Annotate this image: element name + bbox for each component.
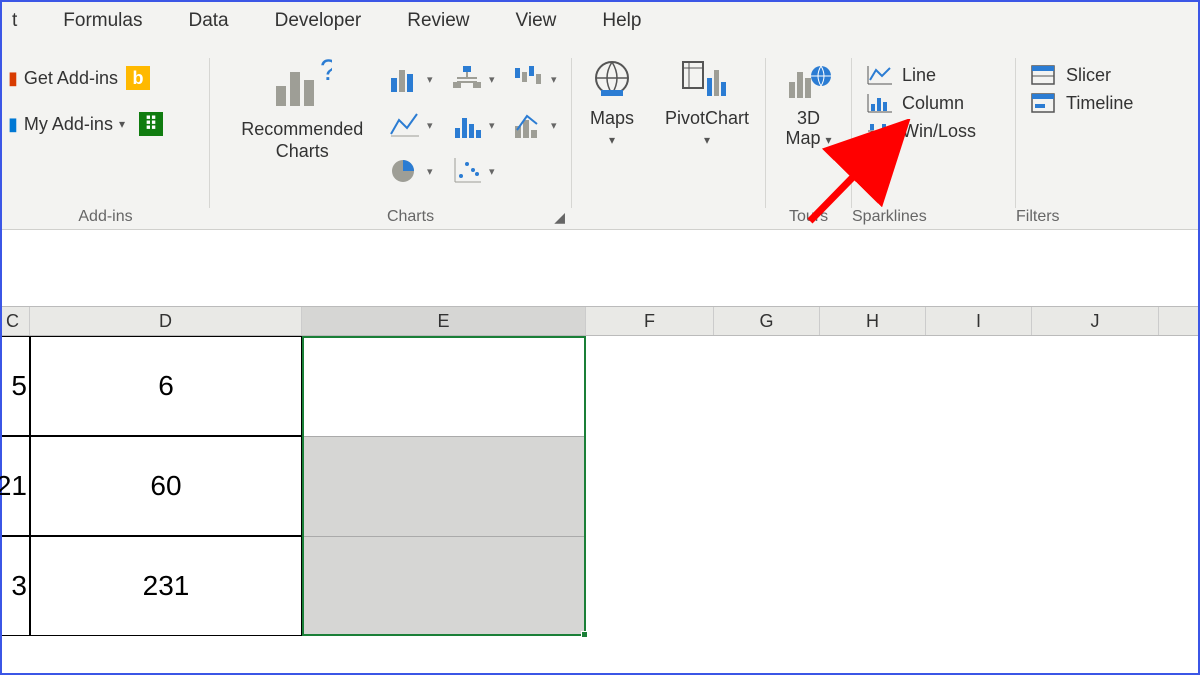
- pie-chart-button[interactable]: ▾: [384, 150, 438, 192]
- my-addins-label: My Add-ins: [24, 114, 113, 135]
- cell-d2[interactable]: 60: [30, 436, 302, 536]
- statistic-chart-button[interactable]: ▾: [446, 104, 500, 146]
- ribbon-tabs: t Formulas Data Developer Review View He…: [2, 2, 1198, 40]
- cell-e3-selected[interactable]: [302, 536, 586, 636]
- chevron-down-icon: ▾: [119, 117, 125, 131]
- tab-view[interactable]: View: [496, 4, 583, 38]
- sparkline-winloss-label: Win/Loss: [902, 121, 976, 142]
- chevron-down-icon: ▾: [489, 73, 495, 86]
- slicer-button[interactable]: Slicer: [1030, 64, 1174, 86]
- sparkline-line-icon: [866, 64, 894, 86]
- pivotchart-button[interactable]: PivotChart ▾: [652, 58, 762, 208]
- tab-developer[interactable]: Developer: [255, 4, 388, 38]
- maps-label: Maps: [590, 108, 634, 128]
- group-label-filters: Filters: [1016, 208, 1188, 226]
- col-header-j[interactable]: J: [1032, 307, 1159, 335]
- addin-icon: ▮: [8, 114, 18, 135]
- pivotchart-label: PivotChart: [665, 108, 749, 128]
- sparkline-column-icon: [866, 92, 894, 114]
- group-label-charts: Charts: [230, 208, 591, 226]
- tab-formulas[interactable]: Formulas: [43, 4, 168, 38]
- spreadsheet-area: C D E F G H I J 5 6 21 60 3 231: [2, 306, 1198, 636]
- pivotchart-icon: [681, 58, 733, 102]
- ribbon: t Formulas Data Developer Review View He…: [2, 2, 1198, 230]
- col-header-h[interactable]: H: [820, 307, 926, 335]
- group-maps-pivotchart: Maps ▾ PivotChart ▾: [572, 58, 766, 208]
- tab-review[interactable]: Review: [387, 4, 495, 38]
- group-charts: ? Recommended Charts ▾ ▾ ▾ ▾ ▾ ▾ ▾ ▾ ◢ C…: [210, 58, 572, 208]
- get-addins-label: Get Add-ins: [24, 68, 118, 89]
- chevron-down-icon: ▾: [551, 73, 557, 86]
- hierarchy-chart-button[interactable]: ▾: [446, 58, 500, 100]
- group-tours: 3D Map ▾ Tours: [766, 58, 852, 208]
- 3d-map-label: 3D Map: [785, 108, 820, 148]
- sparkline-winloss-icon: [866, 120, 894, 142]
- recommended-charts-button[interactable]: ? Recommended Charts: [237, 58, 367, 162]
- column-chart-button[interactable]: ▾: [384, 58, 438, 100]
- chart-type-grid: ▾ ▾ ▾ ▾ ▾ ▾ ▾ ▾: [384, 58, 562, 192]
- cell-grid[interactable]: 5 6 21 60 3 231: [2, 336, 1198, 636]
- chevron-down-icon: ▾: [609, 133, 615, 147]
- chevron-down-icon: ▾: [489, 119, 495, 132]
- chevron-down-icon: ▾: [427, 165, 433, 178]
- line-chart-button[interactable]: ▾: [384, 104, 438, 146]
- timeline-button[interactable]: Timeline: [1030, 92, 1174, 114]
- chevron-down-icon: ▾: [826, 133, 832, 147]
- col-header-c[interactable]: C: [2, 307, 30, 335]
- tab-partial[interactable]: t: [2, 4, 43, 38]
- slicer-label: Slicer: [1066, 65, 1111, 86]
- chevron-down-icon: ▾: [489, 165, 495, 178]
- my-addins-button[interactable]: ▮ My Add-ins ▾ ⠿: [8, 112, 209, 136]
- tab-data[interactable]: Data: [168, 4, 254, 38]
- timeline-icon: [1030, 92, 1058, 114]
- group-addins: ▮ Get Add-ins b ▮ My Add-ins ▾ ⠿ Add-ins: [2, 58, 210, 208]
- sparkline-column-label: Column: [902, 93, 964, 114]
- group-label-tours: Tours: [766, 208, 851, 226]
- scatter-chart-button[interactable]: ▾: [446, 150, 500, 192]
- bing-icon: b: [126, 66, 150, 90]
- chevron-down-icon: ▾: [427, 119, 433, 132]
- combo-chart-button[interactable]: ▾: [508, 104, 562, 146]
- group-filters: Slicer Timeline Filters: [1016, 58, 1188, 208]
- get-addins-button[interactable]: ▮ Get Add-ins b: [8, 66, 209, 90]
- sparkline-line-button[interactable]: Line: [866, 64, 1001, 86]
- group-label-sparklines: Sparklines: [852, 208, 1015, 226]
- timeline-label: Timeline: [1066, 93, 1133, 114]
- cell-d3[interactable]: 231: [30, 536, 302, 636]
- col-header-e[interactable]: E: [302, 307, 586, 335]
- cell-c3[interactable]: 3: [2, 536, 30, 636]
- 3d-map-icon: [783, 58, 835, 102]
- svg-text:?: ?: [320, 58, 332, 87]
- cell-e2-selected[interactable]: [302, 436, 586, 536]
- sparkline-line-label: Line: [902, 65, 936, 86]
- globe-icon: [589, 58, 635, 102]
- tab-help[interactable]: Help: [582, 4, 667, 38]
- col-header-i[interactable]: I: [926, 307, 1032, 335]
- col-header-g[interactable]: G: [714, 307, 820, 335]
- group-sparklines: Line Column Win/Loss Sparklines: [852, 58, 1016, 208]
- waterfall-chart-button[interactable]: ▾: [508, 58, 562, 100]
- 3d-map-button[interactable]: 3D Map ▾: [766, 58, 851, 150]
- store-icon: ▮: [8, 68, 18, 89]
- maps-button[interactable]: Maps ▾: [572, 58, 652, 208]
- col-header-d[interactable]: D: [30, 307, 302, 335]
- col-header-f[interactable]: F: [586, 307, 714, 335]
- chevron-down-icon: ▾: [704, 133, 710, 147]
- cell-c1[interactable]: 5: [2, 336, 30, 436]
- group-label-addins: Add-ins: [2, 208, 209, 226]
- ribbon-groups: ▮ Get Add-ins b ▮ My Add-ins ▾ ⠿ Add-ins…: [2, 40, 1198, 210]
- slicer-icon: [1030, 64, 1058, 86]
- sparkline-column-button[interactable]: Column: [866, 92, 1001, 114]
- recommended-charts-label: Recommended Charts: [237, 118, 367, 162]
- cell-c2[interactable]: 21: [2, 436, 30, 536]
- cell-e1-selected[interactable]: [302, 336, 586, 436]
- sparkline-winloss-button[interactable]: Win/Loss: [866, 120, 1001, 142]
- cell-d1[interactable]: 6: [30, 336, 302, 436]
- recommended-charts-icon: ?: [272, 58, 332, 112]
- column-headers: C D E F G H I J: [2, 306, 1198, 336]
- people-graph-icon: ⠿: [139, 112, 163, 136]
- chevron-down-icon: ▾: [427, 73, 433, 86]
- chevron-down-icon: ▾: [551, 119, 557, 132]
